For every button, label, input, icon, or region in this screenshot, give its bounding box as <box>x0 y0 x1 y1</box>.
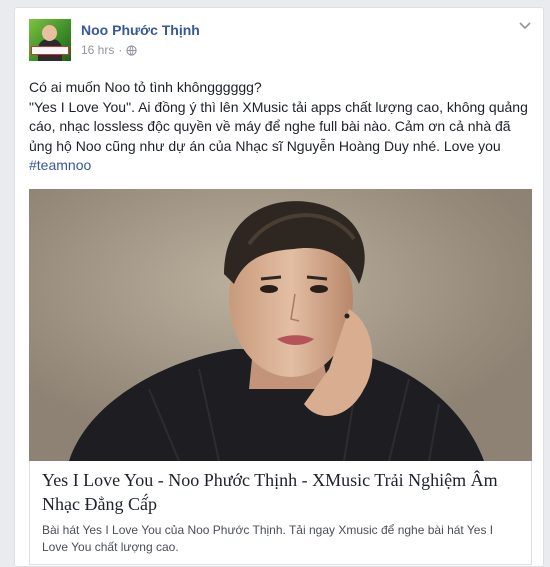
post-card: Noo Phước Thịnh 16 hrs · Có ai muốn Noo … <box>14 7 544 567</box>
hashtag-link[interactable]: #teamnoo <box>29 157 91 173</box>
portrait-photo <box>29 189 532 461</box>
chevron-down-icon[interactable] <box>519 22 531 30</box>
post-meta: 16 hrs · <box>81 43 137 57</box>
author-avatar[interactable] <box>29 19 71 61</box>
post-message-line2: "Yes I Love You". Ai đồng ý thì lên XMus… <box>29 98 534 176</box>
post-message-line1: Có ai muốn Noo tỏ tình khôngggggg? <box>29 79 262 95</box>
author-name[interactable]: Noo Phước Thịnh <box>81 22 200 38</box>
link-description: Bài hát Yes I Love You của Noo Phước Thị… <box>42 523 494 554</box>
meta-separator: · <box>118 43 123 57</box>
post-message-body: "Yes I Love You". Ai đồng ý thì lên XMus… <box>29 98 528 154</box>
shared-photo[interactable] <box>29 189 532 461</box>
post-time[interactable]: 16 hrs <box>81 43 114 57</box>
link-preview[interactable]: Yes I Love You - Noo Phước Thịnh - XMusi… <box>29 461 532 565</box>
post-message: Có ai muốn Noo tỏ tình khôngggggg? "Yes … <box>29 78 534 176</box>
globe-icon[interactable] <box>126 44 137 56</box>
link-title[interactable]: Yes I Love You - Noo Phước Thịnh - XMusi… <box>42 468 522 516</box>
